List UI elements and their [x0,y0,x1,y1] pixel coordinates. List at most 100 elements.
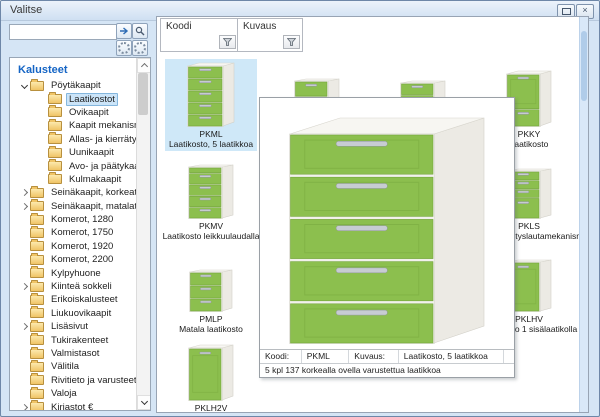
tree-item[interactable]: Komerot, 1920 [10,240,137,253]
settings-button[interactable] [116,40,132,56]
scroll-up-button[interactable] [137,58,151,73]
tree-item-label: Kirjastot € [48,401,96,410]
tree-item-label: Seinäkaapit, korkeat [48,186,137,199]
options-button[interactable] [132,40,148,56]
tree-scrollbar[interactable] [136,58,150,410]
tree-item[interactable]: Pöytäkaapit [10,79,137,92]
tree-item[interactable]: Tukirakenteet [10,333,137,346]
tree-item[interactable]: Rivitieto ja varusteet [10,374,137,387]
tree-item[interactable]: Uunikaapit [10,146,137,159]
filter-button-koodi[interactable] [219,35,236,49]
tree-item[interactable]: Kulmakaapit [10,173,137,186]
tree-item[interactable]: Valmistasot [10,347,137,360]
column-header-koodi[interactable]: Koodi [160,18,239,52]
tree-item[interactable]: Ovikaapit [10,106,137,119]
tree-item-label: Kiinteä sokkeli [48,280,115,293]
chevron-down-icon [140,398,147,405]
cabinet-thumbnail [187,59,235,127]
item-code: PKMV [199,221,223,231]
item-code: PKKY [518,129,541,139]
tree-item[interactable]: Liukuovikaapit [10,307,137,320]
tree-item[interactable]: Kylpyhuone [10,266,137,279]
tree-item[interactable]: Kiinteä sokkeli [10,280,137,293]
tree-item-label: Välitila [48,360,82,373]
scrollbar-thumb[interactable] [138,73,148,115]
tree-item-label: Liukuovikaapit [48,307,114,320]
expander-icon[interactable] [18,83,30,88]
expander-icon[interactable] [18,190,30,195]
tree-item[interactable]: Lisäsivut [10,320,137,333]
tree-item[interactable]: Seinäkaapit, matalat [10,200,137,213]
grid-item-pklh2v[interactable]: PKLH2VLaatikosto 2 sisälaatikolla [165,333,257,413]
column-header-kuvaus[interactable]: Kuvaus [237,18,303,52]
folder-icon [48,161,62,171]
folder-icon [30,349,44,359]
tree-item[interactable]: Allas- ja kierrätyskaapit [10,133,137,146]
grid-item-pkml[interactable]: PKMLLaatikosto, 5 laatikkoa [165,59,257,151]
koodi-label: Koodi: [260,350,302,363]
tree: Kalusteet PöytäkaapitLaatikostotOvikaapi… [10,58,137,410]
preview-popup: Koodi: PKML Kuvaus: Laatikosto, 5 laatik… [259,97,515,378]
tree-item-label: Valoja [48,387,80,400]
grid-item-pmlp[interactable]: PMLPMatala laatikosto [165,244,257,336]
cabinet-thumbnail [189,244,233,312]
grid-item-pkmv[interactable]: PKMVLaatikosto leikkuulaudalla [165,151,257,243]
cabinet-thumbnail [188,333,234,401]
column-label: Kuvaus [238,19,302,32]
close-icon: × [582,5,587,15]
koodi-value: PKML [302,350,350,363]
folder-icon [30,282,44,292]
item-caption: Laatikosto, 5 laatikkoa [169,139,253,149]
restore-icon [562,8,571,15]
tree-item[interactable]: Laatikostot [10,92,137,105]
column-label: Koodi [161,19,238,32]
search-button[interactable] [132,23,148,39]
kuvaus-value: Laatikosto, 5 laatikkoa [399,350,504,363]
tree-item-label: Allas- ja kierrätyskaapit [66,133,137,146]
dialog-window: Valitse × Kalusteet PöytäkaapitLaatikost… [0,0,600,417]
folder-icon [30,201,44,211]
tree-item-label: Komerot, 2200 [48,253,116,266]
category-tree-panel: Kalusteet PöytäkaapitLaatikostotOvikaapi… [9,57,151,411]
go-button[interactable] [116,23,132,39]
item-code: PKLH2V [195,403,228,413]
item-code: PKML [199,129,222,139]
arrow-right-icon [119,26,129,36]
scrollbar-thumb[interactable] [581,31,587,101]
scroll-down-button[interactable] [137,395,151,410]
tree-item[interactable]: Valoja [10,387,137,400]
folder-icon [30,255,44,265]
funnel-icon [223,38,232,46]
tree-item-label: Tukirakenteet [48,334,111,347]
folder-icon [30,188,44,198]
folder-icon [30,308,44,318]
search-input[interactable] [9,24,117,40]
tree-item-label: Kaapit mekanismilla [66,119,137,132]
tree-item-label: Rivitieto ja varusteet [48,374,137,387]
chevron-up-icon [140,63,147,70]
expander-icon[interactable] [18,324,30,329]
tree-item[interactable]: Erikoiskalusteet [10,293,137,306]
tree-item-label: Kulmakaapit [66,173,124,186]
tree-item[interactable]: Avo- ja päätykaapit [10,159,137,172]
expander-icon[interactable] [18,204,30,209]
expander-icon[interactable] [18,284,30,289]
tree-root-label[interactable]: Kalusteet [10,62,137,79]
tree-item[interactable]: Seinäkaapit, korkeat [10,186,137,199]
magnifier-icon [135,26,145,36]
filter-button-kuvaus[interactable] [283,35,300,49]
tree-item[interactable]: Komerot, 2200 [10,253,137,266]
tree-item-label: Kylpyhuone [48,267,104,280]
expander-icon[interactable] [18,405,30,410]
list-scrollbar[interactable] [579,17,588,412]
kuvaus-label: Kuvaus: [349,350,398,363]
tree-item[interactable]: Kaapit mekanismilla [10,119,137,132]
folder-icon [30,335,44,345]
tree-item[interactable]: Välitila [10,360,137,373]
tree-item-label: Valmistasot [48,347,102,360]
tree-item[interactable]: Komerot, 1280 [10,213,137,226]
tree-item-label: Avo- ja päätykaapit [66,160,137,173]
tree-item[interactable]: Komerot, 1750 [10,226,137,239]
folder-icon [30,362,44,372]
tree-item[interactable]: Kirjastot € [10,400,137,410]
